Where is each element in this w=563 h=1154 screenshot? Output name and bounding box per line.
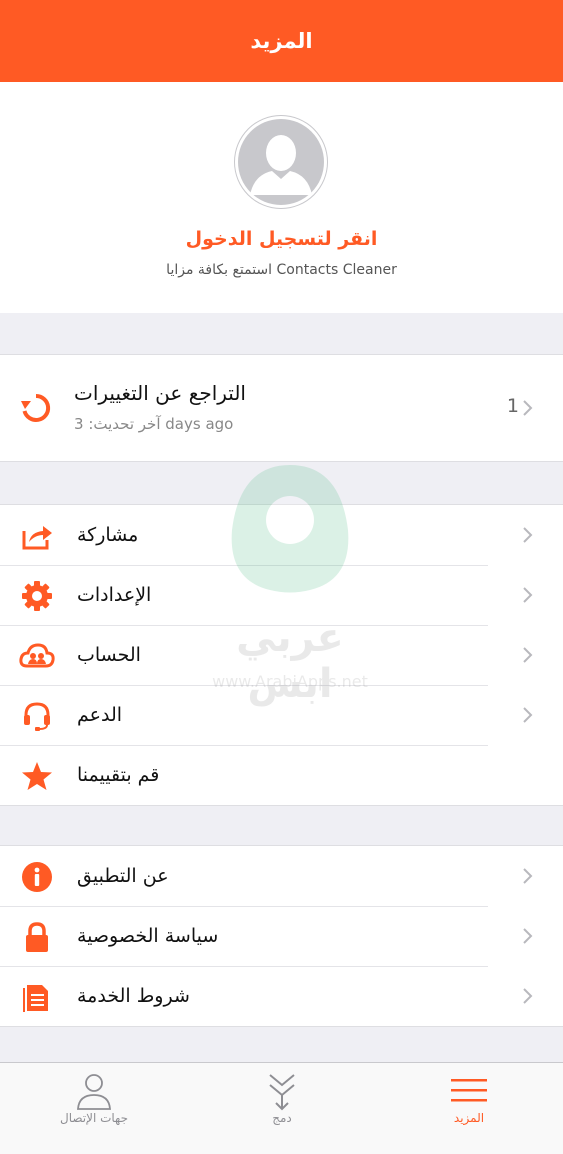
avatar[interactable] [234, 115, 328, 209]
headset-icon [21, 700, 53, 732]
menu-item-about[interactable]: عن التطبيق [0, 846, 563, 906]
gear-icon [21, 580, 53, 612]
menu-item-terms-of-service[interactable]: شروط الخدمة [0, 966, 563, 1026]
document-icon [21, 981, 53, 1013]
undo-title: التراجع عن التغييرات [74, 381, 246, 405]
menu-item-share[interactable]: مشاركة [0, 505, 563, 565]
page-title: المزيد [250, 29, 313, 53]
menu-item-support[interactable]: الدعم [0, 685, 563, 745]
menu-item-label: الحساب [77, 644, 141, 666]
profile-section: انقر لتسجيل الدخول استمتع بكافة مزايا Co… [0, 82, 563, 313]
chevron-right-icon [523, 988, 533, 1004]
person-outline-icon [77, 1074, 111, 1110]
login-subtitle: استمتع بكافة مزايا Contacts Cleaner [166, 262, 397, 278]
menu-item-label: عن التطبيق [77, 865, 169, 887]
info-icon [21, 861, 53, 893]
star-icon [21, 760, 53, 792]
tab-contacts[interactable]: جهات الإتصال [0, 1063, 188, 1154]
menu-item-label: مشاركة [77, 524, 139, 546]
tab-label: المزيد [453, 1111, 485, 1125]
chevron-right-icon [523, 707, 533, 723]
undo-last-update: آخر تحديث: 3 days ago [74, 415, 234, 433]
menu-group-2: عن التطبيق سياسة الخصوصية شروط الخدمة [0, 845, 563, 1027]
chevron-right-icon [523, 527, 533, 543]
menu-item-settings[interactable]: الإعدادات [0, 565, 563, 625]
tab-merge[interactable]: دمج [188, 1063, 376, 1154]
undo-icon [20, 392, 52, 424]
chevron-right-icon [523, 928, 533, 944]
lock-icon [21, 921, 53, 953]
menu-item-label: سياسة الخصوصية [77, 925, 219, 947]
merge-icon [269, 1074, 295, 1111]
chevron-right-icon [523, 400, 533, 416]
chevron-right-icon [523, 587, 533, 603]
menu-icon [451, 1079, 487, 1102]
tab-bar: جهات الإتصال دمج المزيد [0, 1062, 563, 1154]
undo-changes-row[interactable]: التراجع عن التغييرات آخر تحديث: 3 days a… [0, 355, 563, 461]
chevron-right-icon [523, 868, 533, 884]
menu-item-label: الإعدادات [77, 584, 152, 606]
cloud-account-icon [19, 640, 55, 672]
tab-label: جهات الإتصال [59, 1111, 128, 1125]
share-icon [21, 520, 53, 552]
menu-item-label: الدعم [77, 704, 123, 726]
nav-header: المزيد [0, 0, 563, 82]
chevron-right-icon [523, 647, 533, 663]
user-silhouette-icon [235, 116, 327, 208]
menu-item-privacy-policy[interactable]: سياسة الخصوصية [0, 906, 563, 966]
undo-count-badge: 1 [506, 395, 519, 417]
undo-section: التراجع عن التغييرات آخر تحديث: 3 days a… [0, 354, 563, 462]
menu-item-label: قم بتقييمنا [77, 764, 160, 786]
login-link[interactable]: انقر لتسجيل الدخول [0, 228, 563, 250]
tab-label: دمج [272, 1111, 292, 1125]
menu-item-rate-us[interactable]: قم بتقييمنا [0, 745, 563, 805]
menu-item-label: شروط الخدمة [77, 985, 190, 1007]
tab-more[interactable]: المزيد [375, 1063, 563, 1154]
menu-group-1: مشاركة الإعدادات الحساب الدعم قم بتقييمن… [0, 504, 563, 806]
menu-item-account[interactable]: الحساب [0, 625, 563, 685]
